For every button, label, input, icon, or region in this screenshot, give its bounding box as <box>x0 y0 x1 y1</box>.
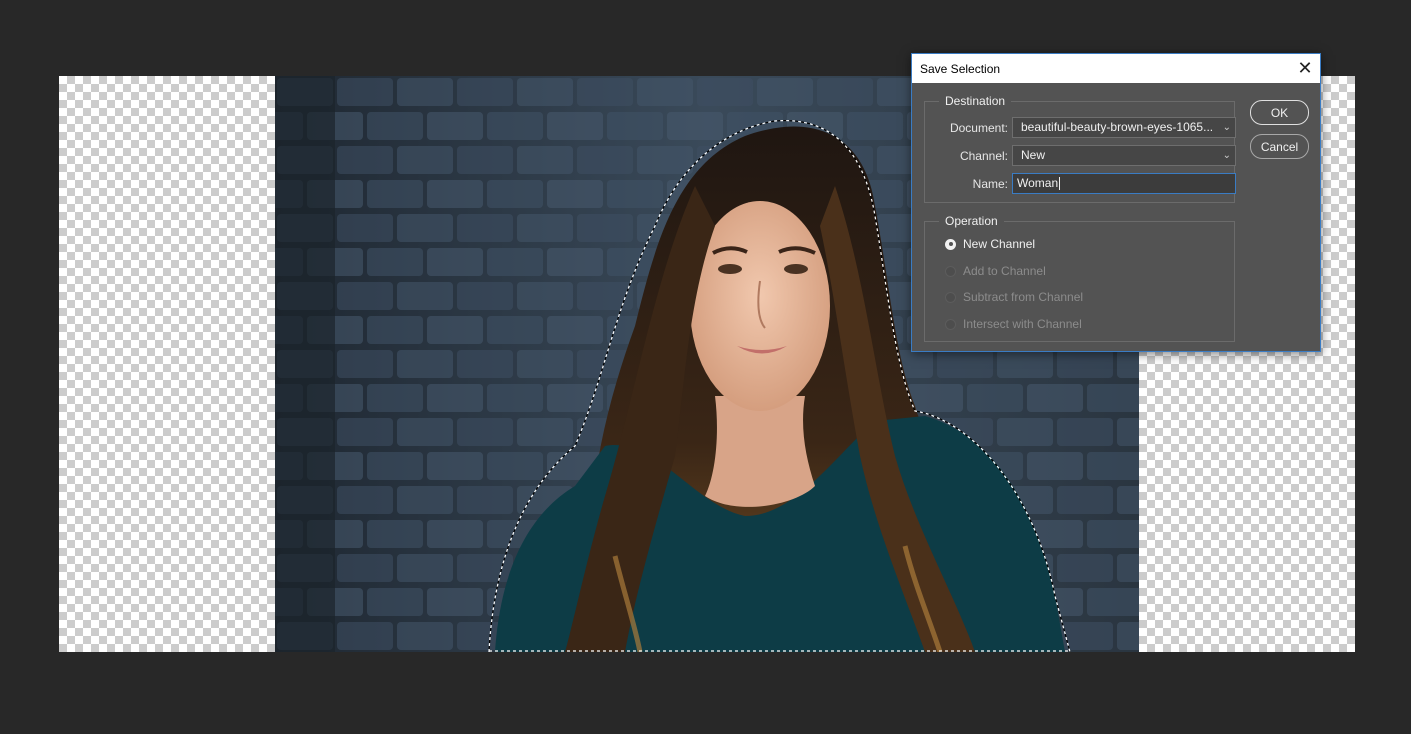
radio-icon[interactable] <box>945 265 956 277</box>
text-caret <box>1059 177 1061 191</box>
radio-new-channel[interactable]: New Channel <box>945 236 1035 252</box>
document-label: Document: <box>949 121 1008 135</box>
dialog-title: Save Selection <box>920 62 1001 76</box>
radio-icon[interactable] <box>945 291 956 303</box>
chevron-down-icon: ⌄ <box>1222 122 1231 133</box>
radio-icon[interactable] <box>945 318 956 330</box>
radio-intersect-with-channel[interactable]: Intersect with Channel <box>945 316 1082 332</box>
close-icon[interactable]: ✕ <box>1290 54 1320 83</box>
channel-select[interactable]: New ⌄ <box>1012 145 1236 166</box>
document-select[interactable]: beautiful-beauty-brown-eyes-1065... ⌄ <box>1012 117 1236 138</box>
ok-button[interactable]: OK <box>1250 100 1309 125</box>
destination-label: Destination <box>939 94 1012 108</box>
radio-add-to-channel[interactable]: Add to Channel <box>945 263 1046 279</box>
radio-selected-icon[interactable] <box>945 238 956 250</box>
name-field[interactable]: Woman <box>1012 173 1236 194</box>
name-label: Name: <box>972 177 1008 191</box>
document-value: beautiful-beauty-brown-eyes-1065... <box>1021 120 1214 134</box>
radio-subtract-from-channel[interactable]: Subtract from Channel <box>945 289 1083 305</box>
operation-label: Operation <box>939 214 1004 228</box>
destination-group: Destination Document: beautiful-beauty-b… <box>924 94 1236 203</box>
save-selection-dialog[interactable]: Save Selection ✕ Destination Document: b… <box>911 53 1321 352</box>
radio-label: Add to Channel <box>963 264 1046 278</box>
radio-label: Intersect with Channel <box>963 317 1082 331</box>
dialog-titlebar[interactable]: Save Selection ✕ <box>912 54 1320 83</box>
radio-label: New Channel <box>963 237 1036 251</box>
radio-label: Subtract from Channel <box>963 290 1084 304</box>
workspace: Save Selection ✕ Destination Document: b… <box>0 0 1411 734</box>
operation-group: Operation New Channel Add to Channel Sub… <box>924 214 1235 342</box>
chevron-down-icon: ⌄ <box>1222 150 1231 161</box>
name-value: Woman <box>1017 176 1059 190</box>
channel-value: New <box>1021 148 1046 162</box>
cancel-button[interactable]: Cancel <box>1250 134 1309 159</box>
channel-label: Channel: <box>959 149 1008 163</box>
